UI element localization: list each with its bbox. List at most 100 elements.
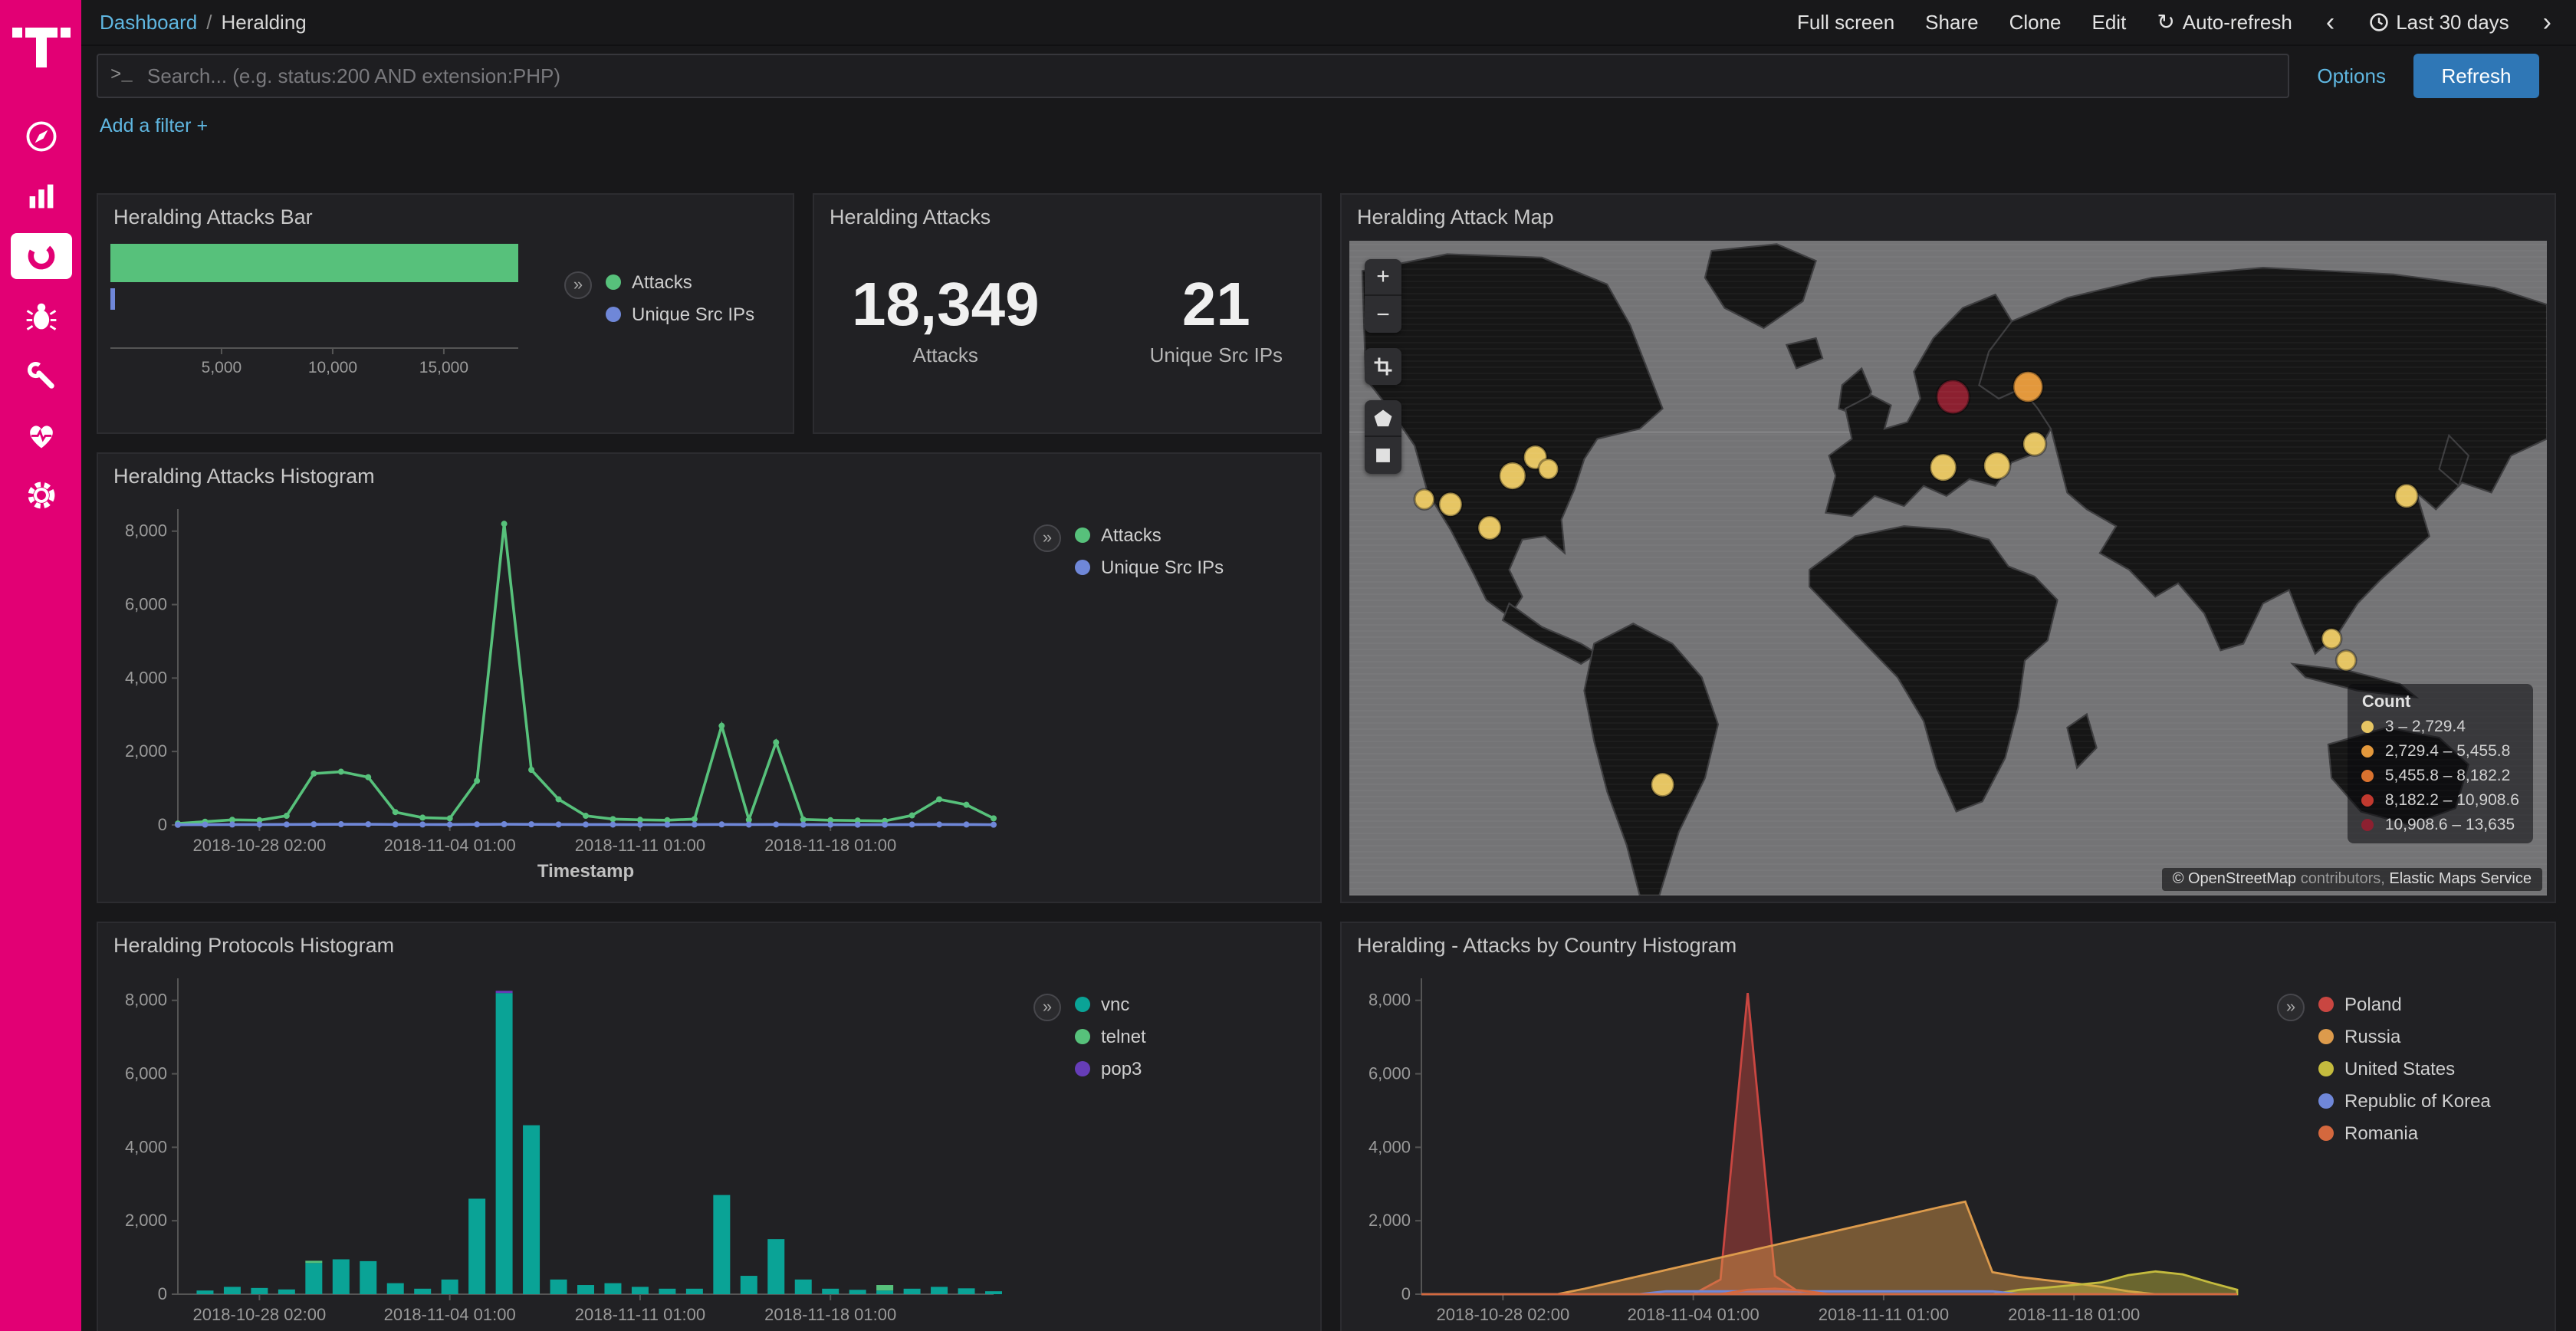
legend-dot <box>2362 770 2374 782</box>
map-draw-rect-button[interactable] <box>1365 437 1401 474</box>
map-zoom-out-button[interactable]: − <box>1365 296 1401 333</box>
legend-dot <box>1075 1061 1090 1076</box>
map-draw-polygon-button[interactable] <box>1365 400 1401 437</box>
legend-collapse-button[interactable]: » <box>2277 994 2305 1021</box>
time-range-picker[interactable]: Last 30 days <box>2368 11 2509 34</box>
edit-button[interactable]: Edit <box>2092 11 2127 34</box>
svg-text:6,000: 6,000 <box>125 595 167 614</box>
chart-legend: Attacks Unique Src IPs <box>1075 524 1224 886</box>
sidebar-nav <box>10 118 71 514</box>
telekom-logo[interactable] <box>10 8 71 75</box>
sidebar-item-tools[interactable] <box>10 357 71 394</box>
legend-item[interactable]: 8,182.2 – 10,908.6 <box>2362 791 2519 810</box>
dashboard-donut-icon <box>24 239 58 273</box>
svg-text:15,000: 15,000 <box>419 359 468 376</box>
query-bar: >_ Options Refresh <box>81 46 2576 104</box>
legend-dot <box>2318 1126 2334 1141</box>
legend-item[interactable]: 3 – 2,729.4 <box>2362 718 2519 736</box>
legend-dot <box>2318 997 2334 1012</box>
legend-item[interactable]: vnc <box>1075 994 1146 1015</box>
query-options-link[interactable]: Options <box>2317 64 2386 87</box>
legend-label: 2,729.4 – 5,455.8 <box>2385 742 2511 761</box>
panel-title: Heralding Protocols Histogram <box>98 923 1320 960</box>
legend-item[interactable]: telnet <box>1075 1026 1146 1047</box>
panel-title: Heralding Attacks <box>814 195 1320 232</box>
sidebar-item-honeypot[interactable] <box>10 297 71 334</box>
legend-item[interactable]: Attacks <box>1075 524 1224 546</box>
add-filter-link[interactable]: Add a filter + <box>100 115 208 136</box>
time-forward-button[interactable]: › <box>2540 9 2555 35</box>
attacks-bar-chart[interactable]: 5,00010,00015,000 <box>98 232 543 391</box>
telekom-t-icon <box>10 11 71 72</box>
time-back-button[interactable]: ‹ <box>2323 9 2338 35</box>
legend-item[interactable]: Republic of Korea <box>2318 1090 2491 1112</box>
map-legend-items: 3 – 2,729.4 2,729.4 – 5,455.8 5,455.8 – 8,… <box>2362 718 2519 834</box>
topbar-actions: Full screen Share Clone Edit ↻ Auto-refr… <box>1797 9 2555 35</box>
sidebar-item-dashboard[interactable] <box>10 233 71 279</box>
legend-item[interactable]: Romania <box>2318 1122 2491 1144</box>
legend-collapse-button[interactable]: » <box>1033 524 1061 552</box>
search-input[interactable] <box>97 54 2289 98</box>
svg-text:2018-11-11 01:00: 2018-11-11 01:00 <box>575 836 705 855</box>
kibana-dashboard-app: Dashboard/Heralding Full screen Share Cl… <box>0 0 2576 1331</box>
legend-item[interactable]: pop3 <box>1075 1058 1146 1080</box>
clone-button[interactable]: Clone <box>2009 11 2062 34</box>
legend-item[interactable]: Unique Src IPs <box>1075 557 1224 578</box>
chart-legend: Poland Russia United States Republic of Kor… <box>2318 994 2491 1331</box>
compass-icon <box>24 120 58 153</box>
svg-text:2018-10-28 02:00: 2018-10-28 02:00 <box>1437 1305 1570 1324</box>
svg-text:6,000: 6,000 <box>125 1064 167 1083</box>
polygon-icon <box>1372 407 1394 429</box>
svg-text:2,000: 2,000 <box>125 741 167 761</box>
legend-item[interactable]: Attacks <box>606 271 754 293</box>
svg-text:10,000: 10,000 <box>308 359 357 376</box>
legend-label: 3 – 2,729.4 <box>2385 718 2466 736</box>
legend-collapse-button[interactable]: » <box>564 271 592 299</box>
legend-label: 10,908.6 – 13,635 <box>2385 816 2515 834</box>
country-area-chart[interactable]: 02,0004,0006,0008,0002018-10-28 02:00201… <box>1342 960 2262 1331</box>
sidebar-item-settings[interactable] <box>10 477 71 514</box>
legend-dot <box>606 274 621 290</box>
map-legend-title: Count <box>2362 693 2519 712</box>
svg-text:2018-10-28 02:00: 2018-10-28 02:00 <box>193 1305 327 1324</box>
full-screen-button[interactable]: Full screen <box>1797 11 1894 34</box>
sidebar-item-health[interactable] <box>10 417 71 454</box>
legend-item[interactable]: 10,908.6 – 13,635 <box>2362 816 2519 834</box>
breadcrumb-dashboard-link[interactable]: Dashboard <box>100 11 197 34</box>
sidebar-item-discover[interactable] <box>10 118 71 155</box>
svg-text:2018-11-11 01:00: 2018-11-11 01:00 <box>1819 1305 1949 1324</box>
svg-text:8,000: 8,000 <box>125 991 167 1010</box>
clock-icon <box>2368 12 2388 32</box>
svg-text:2018-11-04 01:00: 2018-11-04 01:00 <box>384 836 516 855</box>
legend-item[interactable]: Unique Src IPs <box>606 304 754 325</box>
panel-heralding-attacks-bar: Heralding Attacks Bar 5,00010,00015,000 … <box>97 193 794 434</box>
share-button[interactable]: Share <box>1925 11 1978 34</box>
legend-dot <box>2362 819 2374 831</box>
attacks-line-chart[interactable]: 02,0004,0006,0008,0002018-10-28 02:00201… <box>98 491 1018 886</box>
svg-text:2018-11-18 01:00: 2018-11-18 01:00 <box>764 836 896 855</box>
legend-label: pop3 <box>1101 1058 1142 1080</box>
auto-refresh-button[interactable]: ↻ Auto-refresh <box>2157 9 2292 35</box>
legend-dot <box>2318 1061 2334 1076</box>
protocols-bar-chart[interactable]: 02,0004,0006,0008,0002018-10-28 02:00201… <box>98 960 1018 1331</box>
legend-item[interactable]: United States <box>2318 1058 2491 1080</box>
map-zoom-in-button[interactable]: + <box>1365 259 1401 296</box>
legend-item[interactable]: Russia <box>2318 1026 2491 1047</box>
legend-item[interactable]: Poland <box>2318 994 2491 1015</box>
sidebar <box>0 0 81 1331</box>
refresh-button[interactable]: Refresh <box>2413 54 2539 98</box>
sidebar-item-visualize[interactable] <box>10 178 71 215</box>
panel-title: Heralding Attack Map <box>1342 195 2555 232</box>
legend-item[interactable]: 2,729.4 – 5,455.8 <box>2362 742 2519 761</box>
svg-text:2018-11-11 01:00: 2018-11-11 01:00 <box>575 1305 705 1324</box>
elastic-maps-link[interactable]: Elastic Maps Service <box>2389 871 2532 888</box>
crop-icon <box>1372 356 1394 377</box>
square-icon <box>1372 445 1394 466</box>
map-fit-bounds-button[interactable] <box>1365 348 1401 385</box>
world-map[interactable]: + − <box>1349 241 2547 896</box>
openstreetmap-link[interactable]: © OpenStreetMap <box>2173 871 2297 888</box>
legend-dot <box>1075 527 1090 543</box>
panel-heralding-attacks-histogram: Heralding Attacks Histogram 02,0004,0006… <box>97 452 1322 903</box>
legend-item[interactable]: 5,455.8 – 8,182.2 <box>2362 767 2519 785</box>
legend-collapse-button[interactable]: » <box>1033 994 1061 1021</box>
